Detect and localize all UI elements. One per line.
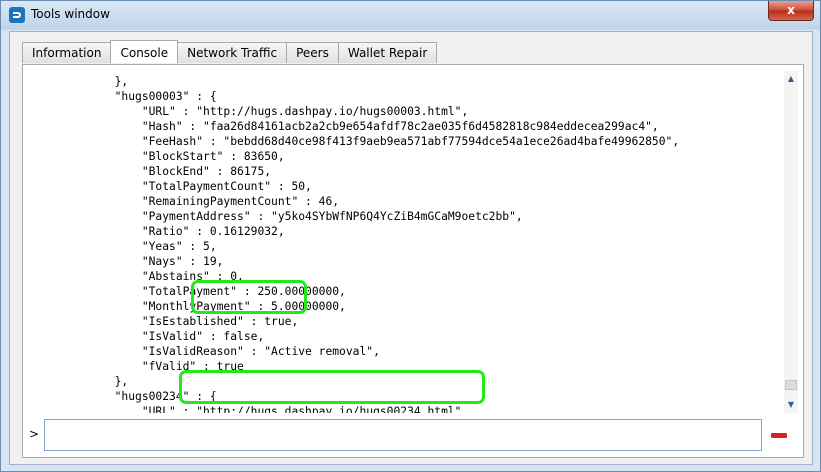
console-prompt: > — [29, 427, 40, 441]
console-text: "fValid" : true }, "hugs00003" : { "URL"… — [114, 71, 680, 413]
scroll-thumb[interactable] — [785, 380, 797, 390]
title-bar[interactable]: Tools window x — [1, 1, 820, 29]
highlight-valid-reason — [179, 370, 485, 404]
console-output[interactable]: "fValid" : true }, "hugs00003" : { "URL"… — [33, 71, 782, 413]
console-scrollbar[interactable]: ▲ ▼ — [784, 71, 798, 413]
scroll-up-arrow-icon[interactable]: ▲ — [784, 71, 798, 87]
dash-app-icon — [9, 7, 25, 23]
close-button[interactable]: x — [768, 1, 814, 21]
tab-wallet-repair[interactable]: Wallet Repair — [337, 42, 438, 63]
scroll-down-arrow-icon[interactable]: ▼ — [784, 397, 798, 413]
tab-console[interactable]: Console — [110, 40, 179, 63]
tab-network-traffic[interactable]: Network Traffic — [177, 42, 288, 63]
window-content: Information Console Network Traffic Peer… — [9, 31, 813, 465]
highlight-votes — [191, 280, 307, 314]
window-title: Tools window — [31, 7, 110, 21]
tab-peers[interactable]: Peers — [286, 42, 339, 63]
console-panel: "fValid" : true }, "hugs00003" : { "URL"… — [22, 64, 804, 458]
tab-bar: Information Console Network Traffic Peer… — [22, 40, 438, 64]
tab-information[interactable]: Information — [22, 42, 112, 63]
clear-console-icon[interactable] — [769, 429, 789, 441]
console-command-input[interactable] — [44, 419, 762, 451]
tools-window: Tools window x Information Console Netwo… — [0, 0, 821, 472]
